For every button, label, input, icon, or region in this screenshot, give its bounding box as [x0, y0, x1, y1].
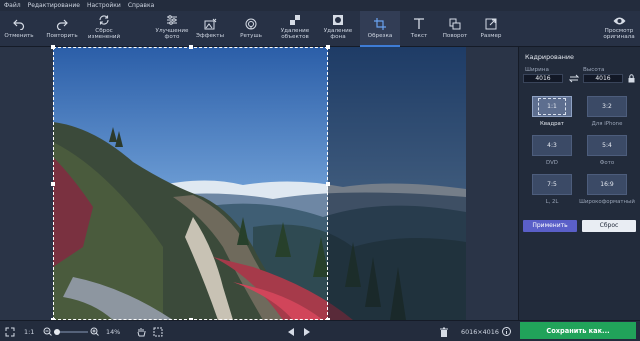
selection-tool-button[interactable] [153, 321, 163, 341]
remove-background-icon [333, 15, 343, 25]
resize-icon [485, 18, 497, 30]
panel-title: Кадрирование [525, 53, 574, 61]
effects-label: Эффекты [196, 33, 224, 39]
crop-handle-t[interactable] [189, 45, 193, 49]
lock-icon[interactable] [628, 74, 635, 83]
fit-screen-button[interactable] [5, 321, 15, 341]
menu-edit[interactable]: Редактирование [28, 2, 80, 9]
ratio-16-9-button[interactable]: 16:9 [587, 174, 627, 195]
retouch-label: Ретушь [240, 33, 262, 39]
height-label: Высота [583, 67, 605, 73]
effects-icon [204, 18, 216, 30]
info-button[interactable] [502, 321, 511, 341]
hand-icon [137, 327, 146, 336]
retouch-icon [245, 18, 257, 30]
undo-icon [13, 19, 25, 30]
selection-icon [153, 327, 163, 336]
menu-help[interactable]: Справка [128, 2, 154, 9]
ratio-7-5-button[interactable]: 7:5 [532, 174, 572, 195]
zoom-out-icon [43, 327, 52, 336]
remove-objects-icon [290, 15, 300, 25]
crop-tab[interactable]: Обрезка [360, 11, 400, 47]
redo-icon [56, 19, 68, 30]
zoom-in-button[interactable] [90, 321, 99, 341]
zoom-out-button[interactable] [43, 321, 52, 341]
eye-icon [613, 17, 625, 25]
swap-icon[interactable] [569, 74, 579, 83]
undo-label: Отменить [4, 33, 34, 39]
delete-button[interactable] [440, 321, 448, 341]
info-icon [502, 327, 511, 336]
crop-handle-r[interactable] [326, 182, 330, 186]
sliders-icon [167, 15, 177, 25]
enhance-photo-button[interactable]: Улучшение фото [152, 11, 192, 47]
rotate-label: Поворот [442, 33, 468, 39]
ratio-5-4-label: Фото [599, 160, 615, 166]
text-icon [414, 18, 424, 29]
reset-button[interactable]: Сброс [582, 220, 636, 232]
trash-icon [440, 327, 448, 337]
zoom-level: 14% [106, 327, 121, 336]
crop-frame[interactable] [51, 45, 330, 322]
redo-label: Повторить [46, 33, 78, 39]
ratio-5-4-button[interactable]: 5:4 [587, 135, 627, 156]
zoom-slider-thumb[interactable] [54, 328, 60, 335]
ratio-3-2-button[interactable]: 3:2 [587, 96, 627, 117]
previous-image-button[interactable] [288, 321, 295, 341]
remove-background-label-2: фона [330, 34, 346, 40]
menu-settings[interactable]: Настройки [87, 2, 121, 9]
rotate-button[interactable]: Поворот [438, 11, 472, 47]
retouch-button[interactable]: Ретушь [233, 11, 269, 47]
remove-objects-label-2: объектов [281, 34, 309, 40]
width-input[interactable]: 4016 [523, 74, 563, 83]
zoom-in-icon [90, 327, 99, 336]
height-input[interactable]: 4016 [583, 74, 623, 83]
preview-original-label-2: оригинала [603, 34, 635, 40]
effects-button[interactable]: Эффекты [192, 11, 228, 47]
ratio-1-1-button[interactable]: 1:1 [532, 96, 572, 117]
remove-objects-button[interactable]: Удаление объектов [274, 11, 316, 47]
crop-handle-tl[interactable] [51, 45, 55, 49]
crop-handle-l[interactable] [51, 182, 55, 186]
image-canvas[interactable] [0, 45, 518, 322]
ratio-16-9-label: Широкоформатный [579, 199, 635, 205]
zoom-slider[interactable] [54, 321, 88, 341]
text-label: Текст [410, 33, 428, 39]
crop-outside-shade [328, 47, 466, 320]
save-as-button[interactable]: Сохранить как... [520, 322, 636, 339]
arrow-right-icon [304, 327, 310, 336]
reset-changes-button[interactable]: Сброс изменений [84, 11, 124, 47]
image-dimensions: 6016×4016 [461, 327, 499, 336]
next-image-button[interactable] [303, 321, 310, 341]
reset-changes-label-2: изменений [87, 34, 121, 40]
undo-button[interactable]: Отменить [0, 11, 38, 47]
arrow-left-icon [288, 327, 294, 336]
text-button[interactable]: Текст [402, 11, 436, 47]
toolbar: Отменить Повторить Сброс изменений Улучш… [0, 11, 640, 47]
crop-handle-tr[interactable] [326, 45, 330, 49]
ratio-4-3-button[interactable]: 4:3 [532, 135, 572, 156]
width-label: Ширина [525, 67, 549, 73]
fullscreen-icon [5, 327, 15, 336]
resize-label: Размер [480, 33, 502, 39]
preview-original-button[interactable]: Просмотр оригинала [598, 11, 640, 47]
crop-label: Обрезка [367, 33, 393, 39]
hand-tool-button[interactable] [137, 321, 146, 341]
menu-bar: Файл Редактирование Настройки Справка [0, 0, 640, 11]
crop-icon [374, 18, 386, 30]
ratio-4-3-label: DVD [546, 160, 558, 166]
rotate-icon [449, 18, 461, 30]
remove-background-button[interactable]: Удаление фона [318, 11, 358, 47]
ratio-1-1-label: Квадрат [540, 121, 564, 127]
reset-icon [99, 15, 109, 25]
actual-size-button[interactable]: 1:1 [24, 321, 34, 341]
redo-button[interactable]: Повторить [40, 11, 84, 47]
ratio-3-2-label: Для iPhone [591, 121, 623, 127]
apply-button[interactable]: Применить [523, 220, 577, 232]
crop-panel: Кадрирование Ширина Высота 4016 4016 1:1… [518, 47, 640, 320]
menu-file[interactable]: Файл [4, 2, 21, 9]
enhance-photo-label-2: фото [164, 34, 180, 40]
resize-button[interactable]: Размер [474, 11, 508, 47]
ratio-7-5-label: L, 2L [545, 199, 559, 205]
